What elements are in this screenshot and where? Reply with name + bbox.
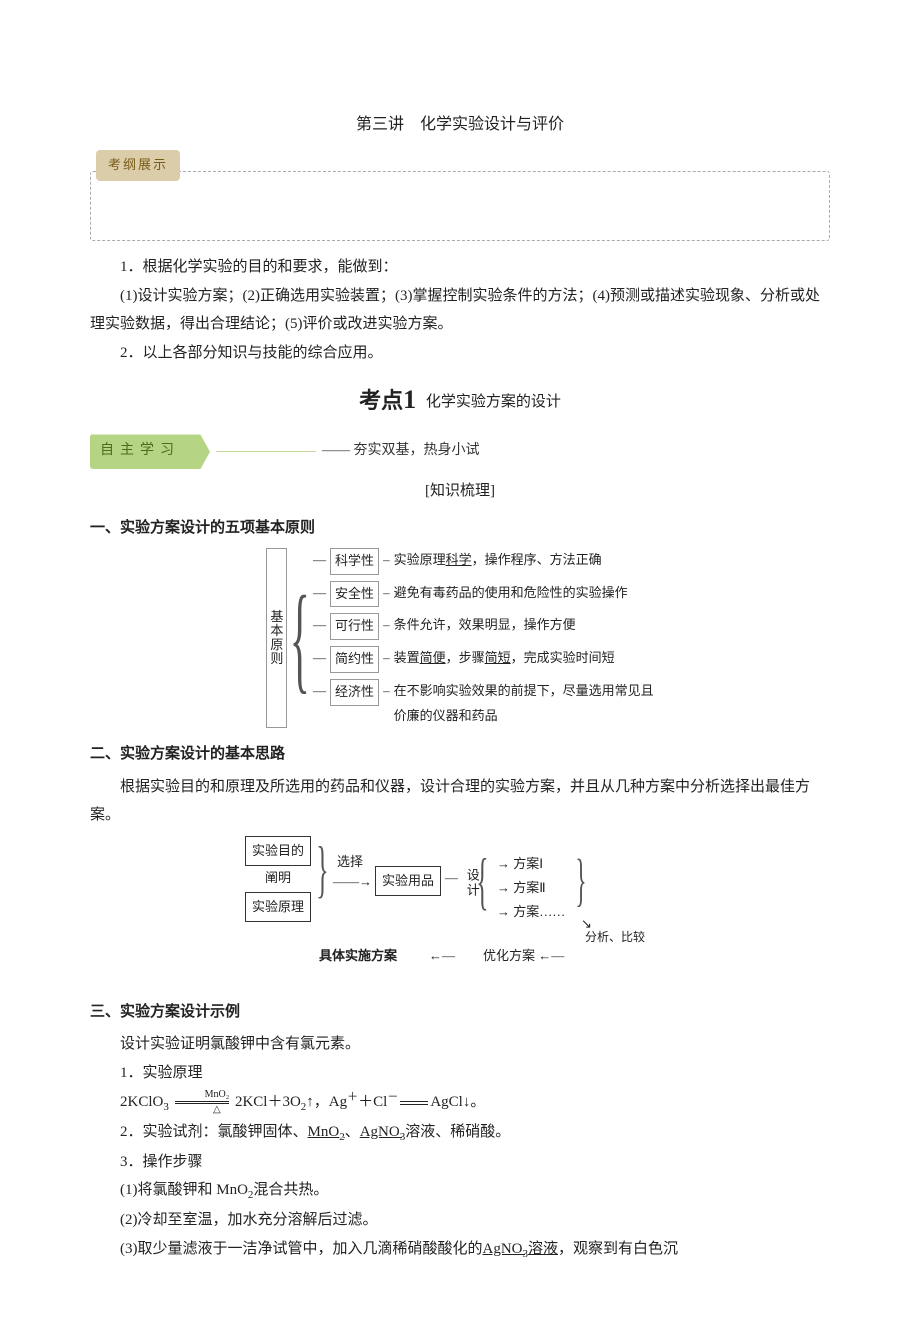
equation-line: 2KClO3 MnO₂ △ 2KCl＋3O2↑，Ag＋＋Cl－AgCl↓。 bbox=[90, 1087, 830, 1118]
principle-item: —科学性– 实验原理科学，操作程序、方法正确 bbox=[313, 548, 654, 575]
syllabus-p1: 1．根据化学实验的目的和要求，能做到： bbox=[90, 253, 830, 282]
section-2-heading: 二、实验方案设计的基本思路 bbox=[90, 740, 830, 769]
section-2-body: 根据实验目的和原理及所选用的药品和仪器，设计合理的实验方案，并且从几种方案中分析… bbox=[90, 773, 830, 830]
flow-label-compare: 分析、比较 bbox=[585, 926, 645, 949]
principles-root: 基本原则 bbox=[266, 548, 287, 728]
flow-plan-3: → 方案…… bbox=[497, 900, 565, 925]
reaction-condition: MnO₂ △ bbox=[175, 1090, 230, 1116]
reagents-line: 2．实验试剂：氯酸钾固体、MnO2、AgNO3溶液、稀硝酸。 bbox=[90, 1118, 830, 1148]
topic-heading: 考点1 化学实验方案的设计 bbox=[90, 375, 830, 424]
principle-item: —可行性– 条件允许，效果明显，操作方便 bbox=[313, 613, 654, 640]
flow-label-opt: 优化方案 ←— bbox=[483, 944, 564, 969]
syllabus-p1-detail: (1)设计实验方案；(2)正确选用实验装置；(3)掌握控制实验条件的方法；(4)… bbox=[90, 282, 830, 339]
flow-label-mid: 阐明 bbox=[265, 866, 291, 891]
section-1-heading: 一、实验方案设计的五项基本原则 bbox=[90, 514, 830, 543]
principles-diagram: 基本原则 { —科学性– 实验原理科学，操作程序、方法正确 —安全性– 避免有毒… bbox=[90, 548, 830, 728]
flow-box-tools: 实验用品 bbox=[375, 866, 441, 897]
subhead-principle: 1．实验原理 bbox=[90, 1059, 830, 1088]
step-1: (1)将氯酸钾和 MnO2混合共热。 bbox=[90, 1176, 830, 1206]
self-study-tab: 自主学习 bbox=[90, 434, 210, 469]
subhead-steps: 3．操作步骤 bbox=[90, 1148, 830, 1177]
section-3-heading: 三、实验方案设计示例 bbox=[90, 998, 830, 1027]
section-3-intro: 设计实验证明氯酸钾中含有氯元素。 bbox=[90, 1030, 830, 1059]
lecture-title: 第三讲 化学实验设计与评价 bbox=[90, 110, 830, 140]
step-3: (3)取少量滤液于一洁净试管中，加入几滴稀硝酸酸化的AgNO3溶液，观察到有白色… bbox=[90, 1235, 830, 1265]
syllabus-p2: 2．以上各部分知识与技能的综合应用。 bbox=[90, 339, 830, 368]
flow-plan-2: → 方案Ⅱ bbox=[497, 876, 546, 901]
topic-number: 1 bbox=[403, 385, 416, 414]
flow-label-impl: 具体实施方案 bbox=[319, 944, 397, 969]
topic-subtitle: 化学实验方案的设计 bbox=[426, 394, 561, 410]
topic-prefix: 考点 bbox=[359, 388, 403, 413]
flow-box-goal: 实验目的 bbox=[245, 836, 311, 867]
syllabus-box: 考纲展示 bbox=[90, 150, 830, 241]
knowledge-label: [知识梳理] bbox=[90, 477, 830, 506]
principle-item: —安全性– 避免有毒药品的使用和危险性的实验操作 bbox=[313, 581, 654, 608]
flow-diagram: 实验目的 实验原理 阐明 } 选择 ——→ 实验用品 — 设计 { → 方案Ⅰ … bbox=[245, 836, 675, 986]
principle-item: —经济性– 在不影响实验效果的前提下，尽量选用常见且价廉的仪器和药品 bbox=[313, 679, 654, 728]
flow-plan-1: → 方案Ⅰ bbox=[497, 852, 543, 877]
brace-icon: { bbox=[290, 581, 310, 695]
principle-item: —简约性– 装置简便，步骤简短，完成实验时间短 bbox=[313, 646, 654, 673]
self-study-banner: 自主学习 夯实双基，热身小试 bbox=[90, 434, 830, 469]
step-2: (2)冷却至室温，加水充分溶解后过滤。 bbox=[90, 1206, 830, 1235]
syllabus-tab: 考纲展示 bbox=[96, 150, 180, 181]
flow-box-principle: 实验原理 bbox=[245, 892, 311, 923]
self-study-tagline: 夯实双基，热身小试 bbox=[322, 438, 480, 465]
